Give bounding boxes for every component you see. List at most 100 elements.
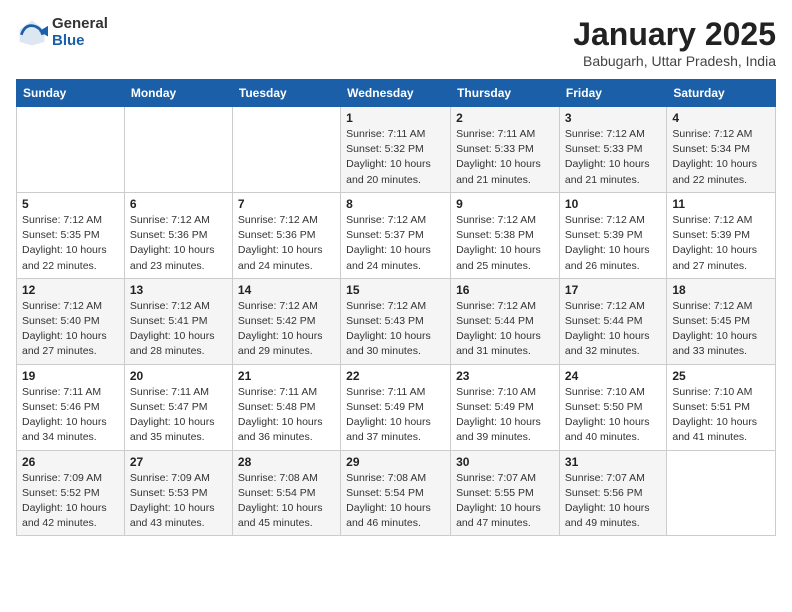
day-info: Sunrise: 7:12 AM Sunset: 5:36 PM Dayligh… [238, 213, 335, 274]
day-info: Sunrise: 7:12 AM Sunset: 5:40 PM Dayligh… [22, 299, 119, 360]
calendar-cell: 30Sunrise: 7:07 AM Sunset: 5:55 PM Dayli… [451, 450, 560, 536]
day-number: 13 [130, 283, 227, 297]
day-info: Sunrise: 7:10 AM Sunset: 5:50 PM Dayligh… [565, 385, 661, 446]
logo-blue-text: Blue [52, 33, 108, 50]
calendar-cell: 16 Sunrise: 7:12 AM Sunset: 5:44 PM Dayli… [451, 278, 560, 364]
day-info: Sunrise: 7:12 AM Sunset: 5:39 PM Dayligh… [672, 213, 770, 274]
day-number: 17 [565, 283, 661, 297]
calendar-body: 1 Sunrise: 7:11 AM Sunset: 5:32 PM Daylig… [17, 107, 776, 536]
calendar-cell: 10 Sunrise: 7:12 AM Sunset: 5:39 PM Dayli… [559, 192, 666, 278]
day-info: Sunrise: 7:09 AM Sunset: 5:53 PM Dayligh… [130, 471, 227, 532]
day-number: 26 [22, 455, 119, 469]
calendar-cell [667, 450, 776, 536]
day-number: 16 [456, 283, 554, 297]
calendar-cell: 1 Sunrise: 7:11 AM Sunset: 5:32 PM Daylig… [341, 107, 451, 193]
week-row-5: 26 Sunrise: 7:09 AM Sunset: 5:52 PM Dayli… [17, 450, 776, 536]
dow-header-wednesday: Wednesday [341, 80, 451, 107]
logo-icon [16, 17, 48, 49]
day-info: Sunrise: 7:12 AM Sunset: 5:37 PM Dayligh… [346, 213, 445, 274]
week-row-3: 12 Sunrise: 7:12 AM Sunset: 5:40 PM Dayli… [17, 278, 776, 364]
day-info: Sunrise: 7:09 AM Sunset: 5:52 PM Dayligh… [22, 471, 119, 532]
logo-text: General Blue [52, 16, 108, 49]
dow-header-tuesday: Tuesday [232, 80, 340, 107]
day-info: Sunrise: 7:07 AM Sunset: 5:55 PM Dayligh… [456, 471, 554, 532]
day-info: Sunrise: 7:11 AM Sunset: 5:33 PM Dayligh… [456, 127, 554, 188]
calendar-cell: 31 Sunrise: 7:07 AM Sunset: 5:56 PM Dayli… [559, 450, 666, 536]
calendar-cell: 21 Sunrise: 7:11 AM Sunset: 5:48 PM Dayli… [232, 364, 340, 450]
day-info: Sunrise: 7:12 AM Sunset: 5:39 PM Dayligh… [565, 213, 661, 274]
calendar-cell: 29 Sunrise: 7:08 AM Sunset: 5:54 PM Dayli… [341, 450, 451, 536]
day-info: Sunrise: 7:12 AM Sunset: 5:44 PM Dayligh… [456, 299, 554, 360]
day-info: Sunrise: 7:08 AM Sunset: 5:54 PM Dayligh… [346, 471, 445, 532]
day-info: Sunrise: 7:11 AM Sunset: 5:32 PM Dayligh… [346, 127, 445, 188]
day-info: Sunrise: 7:12 AM Sunset: 5:33 PM Dayligh… [565, 127, 661, 188]
day-number: 1 [346, 111, 445, 125]
day-number: 28 [238, 455, 335, 469]
day-info: Sunrise: 7:12 AM Sunset: 5:35 PM Dayligh… [22, 213, 119, 274]
day-number: 11 [672, 197, 770, 211]
day-info: Sunrise: 7:12 AM Sunset: 5:41 PM Dayligh… [130, 299, 227, 360]
calendar-cell: 17Sunrise: 7:12 AM Sunset: 5:44 PM Dayli… [559, 278, 666, 364]
day-info: Sunrise: 7:11 AM Sunset: 5:49 PM Dayligh… [346, 385, 445, 446]
calendar-cell: 22 Sunrise: 7:11 AM Sunset: 5:49 PM Dayli… [341, 364, 451, 450]
calendar-cell: 15Sunrise: 7:12 AM Sunset: 5:43 PM Dayli… [341, 278, 451, 364]
day-number: 27 [130, 455, 227, 469]
calendar-cell [17, 107, 125, 193]
calendar-cell: 14Sunrise: 7:12 AM Sunset: 5:42 PM Dayli… [232, 278, 340, 364]
days-of-week-row: SundayMondayTuesdayWednesdayThursdayFrid… [17, 80, 776, 107]
day-info: Sunrise: 7:12 AM Sunset: 5:38 PM Dayligh… [456, 213, 554, 274]
week-row-4: 19Sunrise: 7:11 AM Sunset: 5:46 PM Dayli… [17, 364, 776, 450]
day-info: Sunrise: 7:11 AM Sunset: 5:48 PM Dayligh… [238, 385, 335, 446]
day-number: 6 [130, 197, 227, 211]
calendar-cell: 13 Sunrise: 7:12 AM Sunset: 5:41 PM Dayli… [124, 278, 232, 364]
day-number: 24 [565, 369, 661, 383]
week-row-1: 1 Sunrise: 7:11 AM Sunset: 5:32 PM Daylig… [17, 107, 776, 193]
day-number: 9 [456, 197, 554, 211]
day-number: 7 [238, 197, 335, 211]
logo: General Blue [16, 16, 108, 49]
day-number: 12 [22, 283, 119, 297]
day-info: Sunrise: 7:12 AM Sunset: 5:34 PM Dayligh… [672, 127, 770, 188]
day-info: Sunrise: 7:12 AM Sunset: 5:36 PM Dayligh… [130, 213, 227, 274]
title-block: January 2025 Babugarh, Uttar Pradesh, In… [573, 16, 776, 69]
calendar-cell: 20Sunrise: 7:11 AM Sunset: 5:47 PM Dayli… [124, 364, 232, 450]
page-header: General Blue January 2025 Babugarh, Utta… [16, 16, 776, 69]
calendar-table: SundayMondayTuesdayWednesdayThursdayFrid… [16, 79, 776, 536]
calendar-cell: 6 Sunrise: 7:12 AM Sunset: 5:36 PM Daylig… [124, 192, 232, 278]
calendar-cell: 18Sunrise: 7:12 AM Sunset: 5:45 PM Dayli… [667, 278, 776, 364]
calendar-subtitle: Babugarh, Uttar Pradesh, India [573, 53, 776, 69]
dow-header-friday: Friday [559, 80, 666, 107]
day-info: Sunrise: 7:11 AM Sunset: 5:47 PM Dayligh… [130, 385, 227, 446]
day-number: 10 [565, 197, 661, 211]
calendar-cell: 24 Sunrise: 7:10 AM Sunset: 5:50 PM Dayli… [559, 364, 666, 450]
day-number: 29 [346, 455, 445, 469]
dow-header-thursday: Thursday [451, 80, 560, 107]
calendar-cell: 4Sunrise: 7:12 AM Sunset: 5:34 PM Daylig… [667, 107, 776, 193]
calendar-cell [232, 107, 340, 193]
day-number: 21 [238, 369, 335, 383]
calendar-cell: 7 Sunrise: 7:12 AM Sunset: 5:36 PM Daylig… [232, 192, 340, 278]
day-info: Sunrise: 7:12 AM Sunset: 5:43 PM Dayligh… [346, 299, 445, 360]
day-number: 8 [346, 197, 445, 211]
calendar-cell: 23Sunrise: 7:10 AM Sunset: 5:49 PM Dayli… [451, 364, 560, 450]
day-info: Sunrise: 7:10 AM Sunset: 5:49 PM Dayligh… [456, 385, 554, 446]
calendar-cell: 3 Sunrise: 7:12 AM Sunset: 5:33 PM Daylig… [559, 107, 666, 193]
calendar-cell: 19Sunrise: 7:11 AM Sunset: 5:46 PM Dayli… [17, 364, 125, 450]
calendar-cell: 5 Sunrise: 7:12 AM Sunset: 5:35 PM Daylig… [17, 192, 125, 278]
calendar-cell: 12 Sunrise: 7:12 AM Sunset: 5:40 PM Dayli… [17, 278, 125, 364]
day-number: 2 [456, 111, 554, 125]
calendar-cell: 28Sunrise: 7:08 AM Sunset: 5:54 PM Dayli… [232, 450, 340, 536]
calendar-cell: 25Sunrise: 7:10 AM Sunset: 5:51 PM Dayli… [667, 364, 776, 450]
day-number: 5 [22, 197, 119, 211]
day-number: 3 [565, 111, 661, 125]
calendar-cell [124, 107, 232, 193]
day-info: Sunrise: 7:11 AM Sunset: 5:46 PM Dayligh… [22, 385, 119, 446]
calendar-title: January 2025 [573, 16, 776, 53]
calendar-cell: 27 Sunrise: 7:09 AM Sunset: 5:53 PM Dayli… [124, 450, 232, 536]
day-info: Sunrise: 7:07 AM Sunset: 5:56 PM Dayligh… [565, 471, 661, 532]
day-number: 14 [238, 283, 335, 297]
calendar-cell: 2 Sunrise: 7:11 AM Sunset: 5:33 PM Daylig… [451, 107, 560, 193]
day-number: 22 [346, 369, 445, 383]
day-number: 31 [565, 455, 661, 469]
calendar-cell: 11 Sunrise: 7:12 AM Sunset: 5:39 PM Dayli… [667, 192, 776, 278]
